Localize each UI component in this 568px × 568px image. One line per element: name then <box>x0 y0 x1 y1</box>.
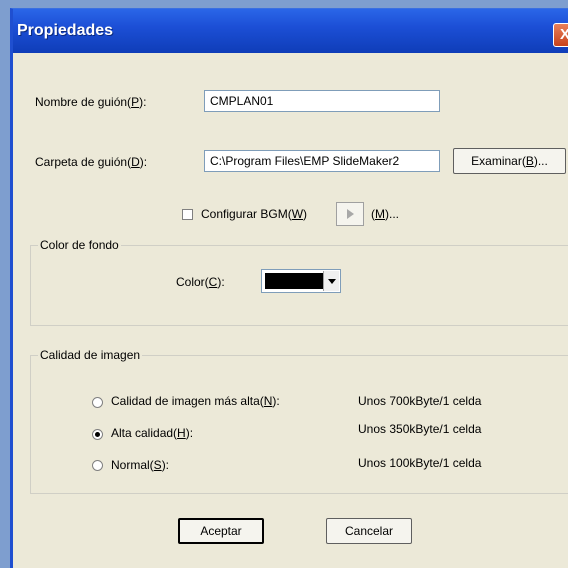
bgm-checkbox[interactable] <box>182 209 193 220</box>
close-icon: X <box>559 26 568 43</box>
color-dropdown[interactable] <box>261 269 341 293</box>
properties-dialog: Propiedades X Nombre de guión(P): CMPLAN… <box>10 8 568 568</box>
chevron-down-icon[interactable] <box>323 271 339 291</box>
bgm-play-button[interactable] <box>336 202 364 226</box>
script-folder-input[interactable]: C:\Program Files\EMP SlideMaker2 <box>204 150 440 172</box>
quality-high-label: Alta calidad(H): <box>111 426 194 440</box>
quality-normal-radio[interactable] <box>92 460 103 471</box>
script-folder-label: Carpeta de guión(D): <box>35 155 148 169</box>
script-name-label: Nombre de guión(P): <box>35 95 147 109</box>
play-icon <box>347 209 354 219</box>
quality-highest-size: Unos 700kByte/1 celda <box>358 394 482 408</box>
close-button[interactable]: X <box>553 23 568 47</box>
quality-normal-size: Unos 100kByte/1 celda <box>358 456 482 470</box>
image-quality-group-title: Calidad de imagen <box>38 348 143 362</box>
color-swatch <box>265 273 323 289</box>
script-name-input[interactable]: CMPLAN01 <box>204 90 440 112</box>
dialog-title: Propiedades <box>17 22 114 39</box>
ok-button[interactable]: Aceptar <box>178 518 264 544</box>
bgm-checkbox-label: Configurar BGM(W) <box>201 207 308 221</box>
bgm-menu-link[interactable]: (M)... <box>371 207 399 221</box>
background-color-group-title: Color de fondo <box>38 238 121 252</box>
browse-button[interactable]: Examinar(B)... <box>453 148 566 174</box>
color-label: Color(C): <box>176 275 225 289</box>
cancel-button[interactable]: Cancelar <box>326 518 412 544</box>
quality-normal-label: Normal(S): <box>111 458 170 472</box>
quality-high-size: Unos 350kByte/1 celda <box>358 422 482 436</box>
quality-high-radio[interactable] <box>92 429 103 440</box>
image-quality-group: Calidad de imagen <box>30 348 568 494</box>
title-bar[interactable]: Propiedades X <box>13 9 568 53</box>
quality-highest-radio[interactable] <box>92 397 103 408</box>
quality-highest-label: Calidad de imagen más alta(N): <box>111 394 280 408</box>
